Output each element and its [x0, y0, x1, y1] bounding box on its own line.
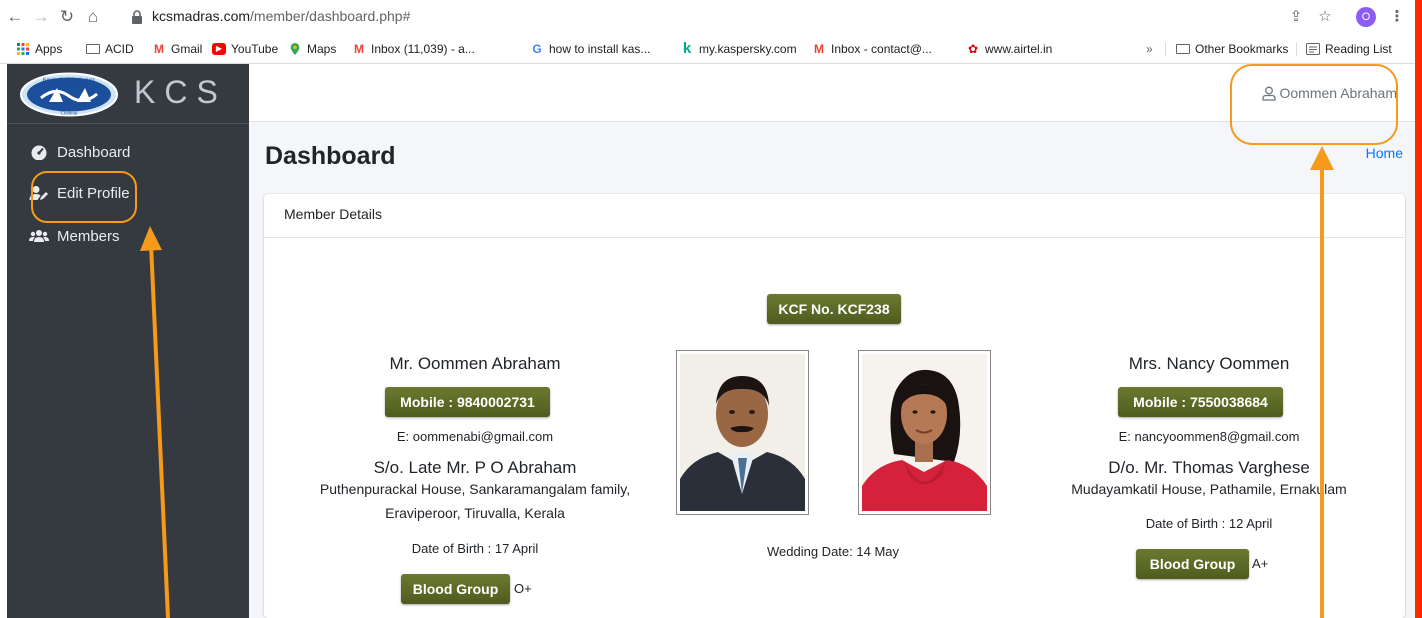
bookmark-maps[interactable]: Maps	[288, 42, 336, 56]
card-title: Member Details	[264, 194, 1405, 238]
bookmark-label: Apps	[35, 42, 63, 56]
spouse-photo	[858, 350, 991, 515]
bookmark-label: Inbox - contact@...	[831, 42, 932, 56]
url-domain: kcsmadras.com	[152, 8, 251, 24]
gmail-icon: M	[354, 42, 364, 56]
folder-icon	[1176, 44, 1190, 54]
logo-text: Kerala Catholic Society	[43, 77, 96, 83]
member-address-line-2: Eraviperoor, Tiruvalla, Kerala	[385, 505, 565, 521]
member-email: E: oommenabi@gmail.com	[396, 429, 554, 444]
member-mobile-badge: Mobile : 9840002731	[385, 387, 550, 417]
member-dob: Date of Birth : 17 April	[411, 541, 539, 556]
member-blood-group-badge: Blood Group	[401, 574, 510, 604]
bookmark-apps[interactable]: Apps	[16, 42, 62, 56]
bookmark-inbox-a[interactable]: M Inbox (11,039) - a...	[352, 42, 475, 56]
youtube-icon: ▶	[212, 43, 226, 55]
gmail-icon: M	[154, 42, 164, 56]
kcs-logo: Kerala Catholic Society Chennai	[20, 72, 118, 117]
member-details-card: Member Details KCF No. KCF238 Mr. Oommen…	[264, 194, 1405, 618]
lock-icon	[132, 10, 142, 24]
spouse-address-line-1: Mudayamkatil House, Pathamile, Ernakulam	[1071, 481, 1347, 497]
member-parent: S/o. Late Mr. P O Abraham	[373, 458, 577, 477]
logo-subtext: Chennai	[61, 112, 78, 117]
page-title: Dashboard	[265, 142, 396, 170]
reading-list-icon	[1306, 43, 1320, 55]
browser-toolbar: ← → ↻ ⌂ kcsmadras.com/member/dashboard.p…	[0, 0, 1422, 34]
menu-kebab-icon[interactable]: ⋮	[1386, 6, 1408, 28]
home-icon[interactable]: ⌂	[82, 6, 104, 28]
sidebar-item-label: Dashboard	[57, 143, 131, 161]
bookmark-acid[interactable]: ACID	[86, 42, 134, 56]
back-icon[interactable]: ←	[4, 6, 26, 28]
speedometer-icon	[31, 145, 47, 160]
spouse-mobile-badge: Mobile : 7550038684	[1118, 387, 1283, 417]
bookmark-youtube[interactable]: ▶ YouTube	[212, 42, 278, 56]
arrow-to-user-name	[1310, 146, 1334, 618]
red-annotation-bar	[1415, 0, 1422, 618]
forward-icon[interactable]: →	[30, 6, 52, 28]
bookmark-label: www.airtel.in	[985, 42, 1053, 56]
users-icon	[29, 230, 49, 242]
member-blood-group-value: O+	[514, 581, 532, 596]
brand-text: KCS	[134, 74, 227, 110]
address-bar[interactable]: kcsmadras.com/member/dashboard.php#	[152, 8, 410, 24]
reload-icon[interactable]: ↻	[56, 6, 78, 28]
bookmark-label: how to install kas...	[549, 42, 651, 56]
bookmark-other-bookmarks[interactable]: Other Bookmarks	[1176, 42, 1288, 56]
airtel-icon: ✿	[967, 42, 979, 56]
kcf-number-badge: KCF No. KCF238	[767, 294, 901, 324]
sidebar-item-members[interactable]: Members	[29, 224, 120, 248]
bookmarks-overflow-button[interactable]: »	[1146, 42, 1153, 56]
member-address-line-1: Puthenpurackal House, Sankaramangalam fa…	[319, 481, 631, 497]
kaspersky-icon: k	[682, 40, 692, 57]
bookmark-inbox-contact[interactable]: M Inbox - contact@...	[812, 42, 932, 56]
bookmark-label: Gmail	[171, 42, 203, 56]
url-path: /member/dashboard.php#	[250, 8, 411, 24]
bookmark-kaspersky-google[interactable]: G how to install kas...	[530, 42, 650, 56]
wedding-date: Wedding Date: 14 May	[767, 544, 899, 559]
maps-pin-icon	[290, 43, 300, 55]
star-icon[interactable]: ☆	[1314, 6, 1336, 28]
highlight-user-name	[1230, 64, 1398, 145]
sidebar-item-label: Members	[57, 227, 120, 245]
bookmark-label: ACID	[105, 42, 134, 56]
arrow-to-edit-profile	[140, 226, 170, 618]
member-name: Mr. Oommen Abraham	[389, 354, 561, 373]
gmail-icon: M	[814, 42, 824, 56]
spouse-blood-group-value: A+	[1252, 556, 1269, 571]
bookmark-label: Maps	[307, 42, 337, 56]
google-icon: G	[532, 42, 542, 56]
profile-avatar[interactable]: O	[1356, 7, 1376, 27]
bookmark-label: Inbox (11,039) - a...	[371, 42, 475, 56]
sidebar-item-dashboard[interactable]: Dashboard	[29, 140, 130, 164]
spouse-blood-group-badge: Blood Group	[1136, 549, 1249, 579]
reading-list-button[interactable]: Reading List	[1306, 42, 1392, 56]
bookmark-label: YouTube	[231, 42, 279, 56]
content-wrapper: Dashboard Home Member Details KCF No. KC…	[249, 122, 1415, 618]
bookmark-airtel[interactable]: ✿ www.airtel.in	[966, 42, 1052, 56]
bookmark-label: my.kaspersky.com	[699, 42, 797, 56]
bookmarks-bar: Apps ACID M Gmail ▶ YouTube Maps M Inbox…	[0, 34, 1422, 64]
member-photo	[676, 350, 809, 515]
apps-grid-icon	[17, 43, 29, 55]
folder-icon	[86, 44, 100, 54]
bookmark-my-kaspersky[interactable]: k my.kaspersky.com	[680, 40, 797, 57]
brand[interactable]: Kerala Catholic Society Chennai KCS	[7, 64, 249, 124]
bookmark-label: Other Bookmarks	[1195, 42, 1289, 56]
share-icon[interactable]: ⇪	[1285, 6, 1307, 28]
bookmark-label: Reading List	[1325, 42, 1392, 56]
sidebar: Kerala Catholic Society Chennai KCS Dash…	[7, 64, 249, 618]
highlight-edit-profile	[31, 171, 137, 223]
bookmark-gmail[interactable]: M Gmail	[152, 42, 202, 56]
breadcrumb-home[interactable]: Home	[1366, 145, 1403, 161]
